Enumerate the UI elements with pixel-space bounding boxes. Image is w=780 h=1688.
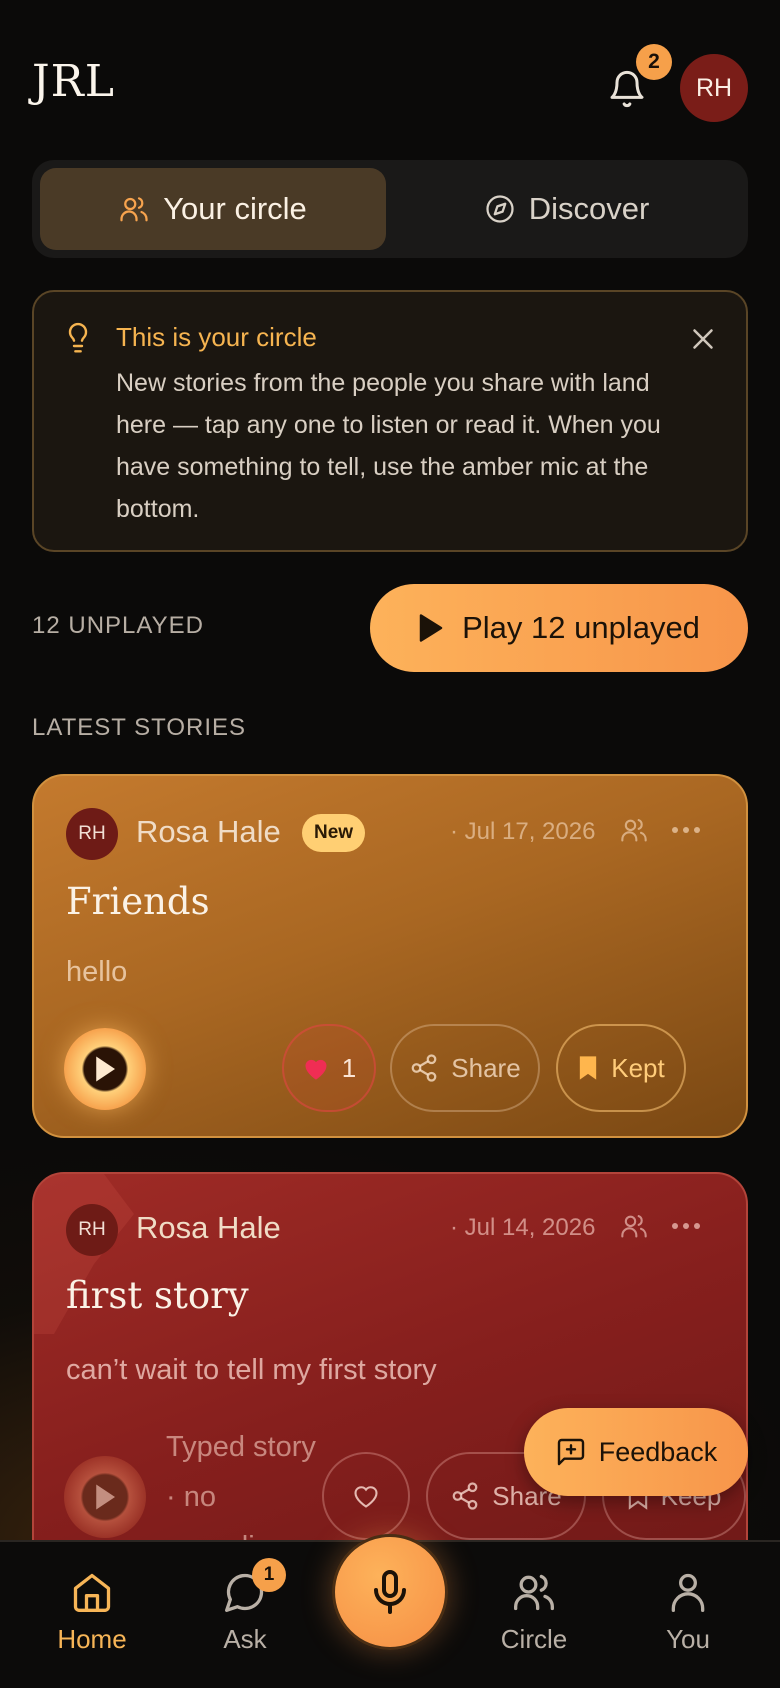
tab-your-circle[interactable]: Your circle [40, 168, 386, 250]
nav-home[interactable]: Home [37, 1570, 147, 1655]
nav-circle[interactable]: Circle [479, 1570, 589, 1655]
play-icon [96, 1484, 115, 1510]
mic-icon [374, 1570, 406, 1614]
like-count: 1 [341, 1052, 357, 1083]
story-text: can’t wait to tell my first story [66, 1354, 437, 1386]
share-icon [452, 1482, 478, 1510]
more-options-icon[interactable] [670, 816, 702, 844]
ask-badge: 1 [252, 1558, 286, 1592]
people-icon [514, 1574, 554, 1611]
profile-avatar[interactable]: RH [680, 54, 748, 122]
message-plus-icon [557, 1438, 584, 1466]
story-date: · Jul 14, 2026 [450, 1214, 596, 1241]
record-mic-button[interactable] [332, 1534, 448, 1650]
nav-label: Home [57, 1624, 127, 1654]
keep-label: Kept [611, 1052, 665, 1083]
story-title: Friends [66, 880, 210, 923]
feedback-label: Feedback [598, 1436, 718, 1467]
new-badge: New [302, 814, 366, 852]
bookmark-filled-icon [580, 1056, 597, 1080]
play-story-button[interactable] [64, 1456, 146, 1538]
nav-label: You [666, 1624, 710, 1654]
people-icon [621, 819, 647, 842]
like-button[interactable]: 1 [282, 1024, 376, 1112]
story-card[interactable]: RH Rosa Hale New · Jul 17, 2026 Friends … [32, 774, 748, 1138]
author-name: Rosa Hale [136, 814, 281, 849]
keep-button[interactable]: Kept [556, 1024, 686, 1112]
app-header: JRL 2 RH [0, 0, 780, 160]
heart-icon [354, 1486, 378, 1508]
tab-discover[interactable]: Discover [394, 168, 740, 250]
author-avatar: RH [66, 808, 118, 860]
author-avatar: RH [66, 1204, 118, 1256]
play-unplayed-label: Play 12 unplayed [462, 610, 700, 645]
nav-label: Ask [223, 1624, 267, 1654]
story-card[interactable]: RH Rosa Hale · Jul 14, 2026 first story … [32, 1172, 748, 1592]
tab-label: Discover [528, 191, 650, 226]
circle-tip-card: This is your circle New stories from the… [32, 290, 748, 552]
people-icon [621, 1215, 647, 1238]
section-heading: LATEST STORIES [32, 714, 247, 741]
notification-badge: 2 [636, 44, 672, 80]
play-story-button[interactable] [64, 1028, 146, 1110]
user-icon [671, 1573, 705, 1612]
story-text: hello [66, 956, 128, 988]
play-icon [96, 1056, 115, 1082]
home-icon [73, 1573, 111, 1612]
author-name: Rosa Hale [136, 1210, 281, 1245]
more-options-icon[interactable] [670, 1212, 702, 1240]
story-date: · Jul 17, 2026 [450, 818, 596, 845]
tip-body: New stories from the people you share wi… [116, 369, 661, 523]
play-icon [419, 614, 443, 642]
nav-label: Circle [500, 1624, 568, 1654]
unplayed-count: 12 UNPLAYED [32, 612, 204, 639]
lightbulb-icon [68, 322, 88, 353]
share-label: Share [451, 1052, 521, 1083]
people-icon [120, 197, 148, 222]
nav-you[interactable]: You [633, 1570, 743, 1655]
typed-story-note: Typed story · no recording [166, 1431, 316, 1558]
feedback-button[interactable]: Feedback [524, 1408, 748, 1496]
story-title: first story [66, 1274, 249, 1317]
app-logo: JRL [32, 56, 115, 107]
tip-title: This is your circle [116, 322, 317, 352]
close-icon [693, 329, 713, 349]
share-icon [411, 1054, 437, 1082]
share-button[interactable]: Share [390, 1024, 540, 1112]
tab-label: Your circle [163, 191, 307, 226]
play-unplayed-button[interactable]: Play 12 unplayed [370, 584, 748, 672]
heart-filled-icon [305, 1059, 327, 1080]
dismiss-tip-button[interactable] [686, 322, 720, 356]
feed-tabs: Your circle Discover [32, 160, 748, 258]
like-button[interactable] [322, 1452, 410, 1540]
compass-icon [486, 195, 514, 223]
